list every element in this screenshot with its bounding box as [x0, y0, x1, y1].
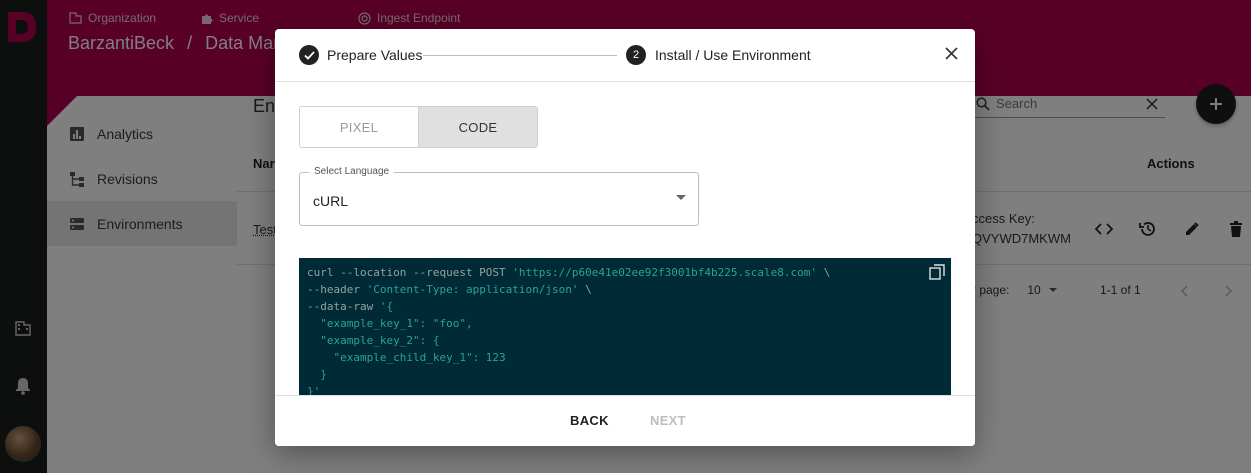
step-1-label: Prepare Values — [327, 47, 423, 63]
step-1-complete — [299, 45, 319, 65]
language-select[interactable]: Select Language cURL — [299, 166, 699, 226]
check-icon — [303, 50, 315, 60]
language-select-value: cURL — [313, 193, 349, 209]
step-2-label: Install / Use Environment — [655, 47, 811, 63]
close-button[interactable] — [941, 43, 961, 63]
code-toggle-button[interactable]: CODE — [419, 107, 537, 147]
install-mode-toggle: PIXEL CODE — [299, 106, 538, 148]
chevron-down-icon — [676, 195, 686, 200]
install-environment-dialog: Prepare Values 2 Install / Use Environme… — [275, 29, 975, 446]
code-block: curl --location --request POST 'https://… — [307, 266, 831, 398]
code-snippet[interactable]: curl --location --request POST 'https://… — [299, 258, 951, 398]
close-icon — [944, 46, 958, 60]
dialog-footer: BACK NEXT — [275, 395, 975, 446]
step-connector — [423, 55, 617, 56]
next-button[interactable]: NEXT — [650, 413, 686, 428]
pixel-toggle-button[interactable]: PIXEL — [300, 107, 419, 147]
language-select-label: Select Language — [309, 166, 395, 177]
step-2-number: 2 — [626, 45, 646, 65]
copy-icon[interactable] — [929, 264, 945, 280]
back-button[interactable]: BACK — [570, 413, 609, 428]
stepper: Prepare Values 2 Install / Use Environme… — [275, 29, 975, 82]
